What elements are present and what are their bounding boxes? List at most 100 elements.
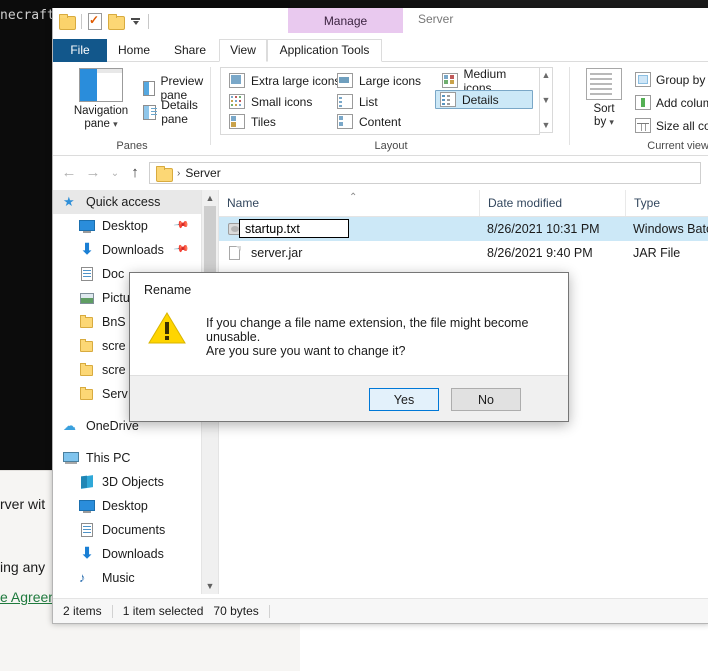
- sidebar-item-desktop[interactable]: Desktop 📌: [53, 214, 201, 238]
- file-name-cell[interactable]: startup.txt: [219, 219, 479, 238]
- quick-access-star-icon: ★: [63, 194, 75, 209]
- background-agreement-link[interactable]: e Agreem: [0, 589, 60, 605]
- details-pane-button[interactable]: Details pane: [143, 98, 211, 126]
- scroll-up-icon[interactable]: ▲: [542, 70, 551, 80]
- folder-icon[interactable]: [59, 14, 76, 30]
- up-button[interactable]: ↑: [125, 164, 145, 182]
- tab-home[interactable]: Home: [107, 39, 161, 61]
- layout-extra-large-icons[interactable]: Extra large icons: [225, 71, 344, 90]
- window-title: Server: [418, 12, 454, 26]
- layout-content[interactable]: Content: [333, 112, 405, 131]
- sidebar-item-downloads[interactable]: ⬇ Downloads 📌: [53, 238, 201, 262]
- layout-small-icons[interactable]: Small icons: [225, 92, 316, 111]
- back-button[interactable]: ←: [59, 164, 79, 182]
- yes-button[interactable]: Yes: [369, 388, 439, 411]
- size-all-columns-button[interactable]: Size all colu: [635, 118, 708, 133]
- chevron-down-icon: ▾: [113, 119, 118, 129]
- scroll-up-icon[interactable]: ▲: [202, 190, 218, 206]
- gallery-expand-icon[interactable]: ▼: [542, 120, 551, 130]
- column-header-label: Name: [227, 196, 260, 210]
- scroll-down-icon[interactable]: ▼: [542, 95, 551, 105]
- no-button[interactable]: No: [451, 388, 521, 411]
- ribbon-group-panes: Navigation pane ▾ Preview pane Details p…: [53, 62, 211, 155]
- status-divider-2: [268, 604, 270, 618]
- layout-tiles[interactable]: Tiles: [225, 112, 280, 131]
- tab-share[interactable]: Share: [161, 39, 219, 61]
- column-header-type[interactable]: Type: [625, 190, 708, 216]
- layout-gallery-scrollbar[interactable]: ▲ ▼ ▼: [539, 67, 553, 133]
- navigation-pane-button[interactable]: Navigation pane ▾: [67, 68, 135, 131]
- forward-button[interactable]: →: [83, 164, 103, 182]
- add-columns-button[interactable]: Add column: [635, 95, 708, 110]
- pin-icon[interactable]: 📌: [172, 241, 189, 257]
- navigation-pane-label-line2: pane ▾: [67, 118, 135, 131]
- recent-locations-button[interactable]: ⌄: [105, 164, 125, 182]
- tab-application-tools[interactable]: Application Tools: [267, 39, 382, 62]
- layout-item-label: Tiles: [251, 114, 276, 129]
- folder-icon: [79, 314, 95, 330]
- sidebar-item-label: Serv: [102, 387, 128, 401]
- pin-icon[interactable]: 📌: [172, 217, 189, 233]
- rename-input[interactable]: startup.txt: [239, 219, 349, 238]
- details-pane-icon: [143, 104, 158, 120]
- customize-qat-caret-icon[interactable]: [130, 15, 142, 27]
- table-row[interactable]: server.jar 8/26/2021 9:40 PM JAR File: [219, 241, 708, 265]
- layout-medium-icons[interactable]: Medium icons: [438, 67, 539, 95]
- panes-group-label: Panes: [116, 140, 148, 152]
- layout-item-label: Details: [462, 92, 499, 107]
- sidebar-item-label: scre: [102, 339, 126, 353]
- layout-large-icons[interactable]: Large icons: [333, 71, 425, 90]
- current-view-group-label: Current view: [647, 140, 708, 152]
- sort-by-label-line2: by: [594, 116, 607, 128]
- sidebar-item-3d-objects[interactable]: 3D Objects: [53, 470, 201, 494]
- breadcrumb-server[interactable]: Server: [185, 166, 220, 180]
- size-all-columns-icon: [635, 118, 651, 133]
- layout-details[interactable]: Details: [435, 90, 533, 109]
- qat-divider-2: [148, 13, 149, 29]
- navigation-pane-label-text: pane: [84, 118, 110, 130]
- sidebar-item-quick-access[interactable]: ★ Quick access: [53, 190, 201, 214]
- navigation-pane-label-line1: Navigation: [73, 105, 129, 117]
- sidebar-item-pc-downloads[interactable]: ⬇ Downloads: [53, 542, 201, 566]
- sidebar-item-label: Quick access: [86, 195, 161, 209]
- sidebar-item-music[interactable]: ♪ Music: [53, 566, 201, 590]
- sidebar-item-pc-documents[interactable]: Documents: [53, 518, 201, 542]
- file-name-cell[interactable]: server.jar: [219, 245, 479, 261]
- small-icons-icon: [229, 94, 245, 109]
- table-row[interactable]: startup.txt 8/26/2021 10:31 PM Windows B…: [219, 217, 708, 241]
- status-bar: 2 items 1 item selected 70 bytes: [53, 598, 708, 623]
- file-type-cell: JAR File: [633, 246, 681, 260]
- column-header-date-modified[interactable]: Date modified: [479, 190, 625, 216]
- large-icons-icon: [337, 73, 353, 88]
- sidebar-item-pc-desktop[interactable]: Desktop: [53, 494, 201, 518]
- group-divider-1: [210, 67, 211, 145]
- tab-file[interactable]: File: [53, 39, 107, 62]
- qat-divider-1: [81, 13, 82, 29]
- details-pane-label: Details pane: [161, 98, 198, 126]
- sort-by-button[interactable]: Sort by ▾: [579, 68, 629, 129]
- sidebar-item-label: Downloads: [102, 243, 164, 257]
- content-icon: [337, 114, 353, 129]
- properties-icon[interactable]: [88, 13, 102, 30]
- layout-group-label: Layout: [374, 140, 408, 152]
- tab-view[interactable]: View: [219, 39, 267, 62]
- column-header-name[interactable]: Name ⌃: [219, 190, 479, 216]
- extra-large-icons-icon: [229, 73, 245, 88]
- status-item-count: 2 items: [63, 604, 102, 618]
- scroll-down-icon[interactable]: ▼: [202, 578, 218, 594]
- column-headers: Name ⌃ Date modified Type: [219, 190, 708, 217]
- group-by-button[interactable]: Group by ▾: [635, 72, 708, 87]
- layout-item-label: Large icons: [359, 73, 422, 88]
- address-input[interactable]: › Server: [149, 162, 701, 184]
- sidebar-item-label: 3D Objects: [102, 475, 164, 489]
- quick-access-toolbar: [59, 13, 149, 30]
- new-folder-icon[interactable]: [108, 14, 125, 30]
- sidebar-item-label: Pictu: [102, 291, 130, 305]
- sidebar-item-this-pc[interactable]: This PC: [53, 446, 201, 470]
- contextual-tab-manage[interactable]: Manage: [288, 8, 403, 33]
- 3d-objects-icon: [79, 474, 95, 490]
- downloads-icon: ⬇: [80, 545, 94, 562]
- layout-list[interactable]: List: [333, 92, 382, 111]
- group-by-icon: [635, 72, 651, 87]
- ribbon-group-current-view: Sort by ▾ Group by ▾ Add column Size all…: [571, 62, 708, 155]
